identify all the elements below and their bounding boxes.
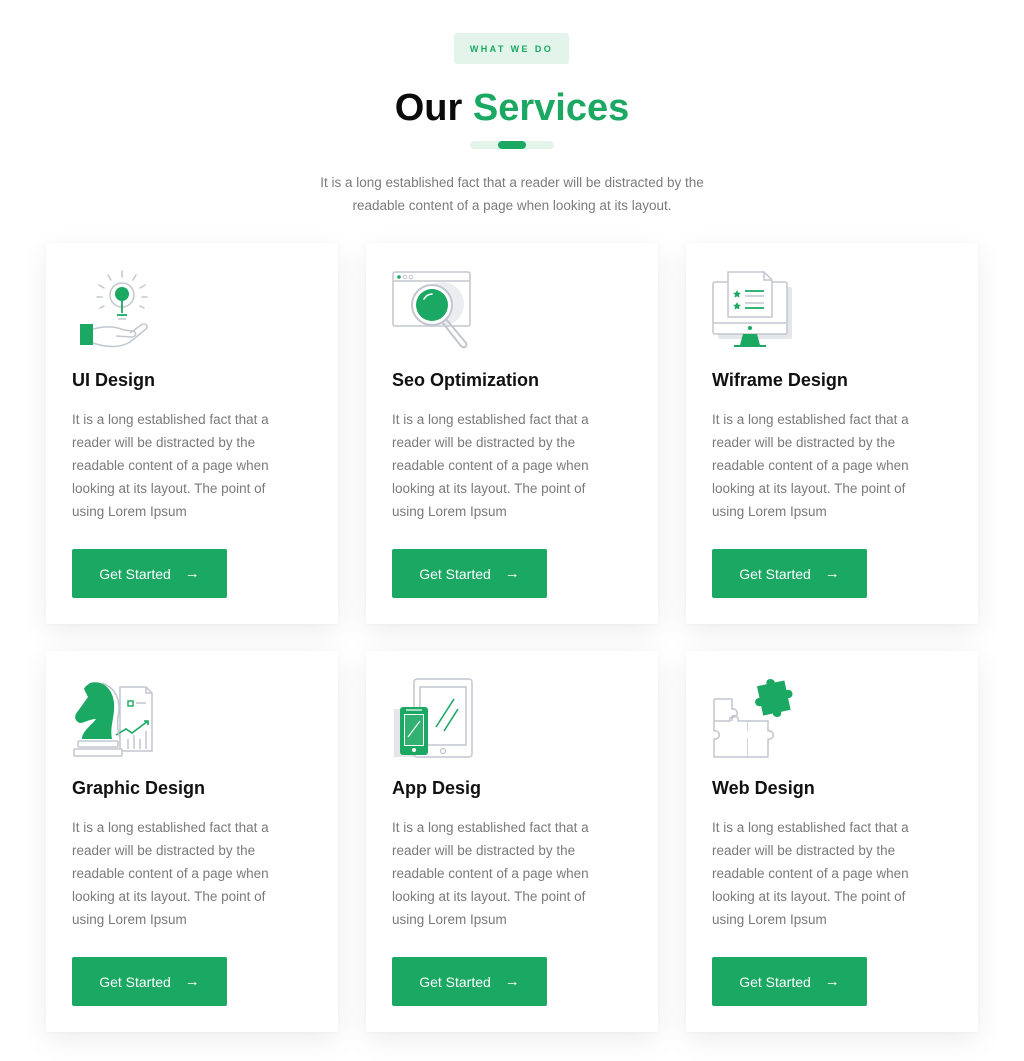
service-card-web-design: Web Design It is a long established fact… <box>686 651 978 1032</box>
service-title: UI Design <box>72 370 156 390</box>
get-started-label: Get Started <box>419 973 491 990</box>
section-title-prefix: Our <box>394 87 463 129</box>
service-title: Web Design <box>712 778 815 798</box>
section-intro: It is a long established fact that a rea… <box>320 175 704 213</box>
get-started-button[interactable]: Get Started → <box>712 549 867 598</box>
service-title: Wiframe Design <box>712 370 848 390</box>
get-started-label: Get Started <box>419 565 491 582</box>
service-title: Seo Optimization <box>392 370 540 390</box>
lightbulb-hand-icon <box>72 269 156 353</box>
service-card-app-design: App Desig It is a long established fact … <box>366 651 658 1032</box>
service-card-seo-optimization: Seo Optimization It is a long establishe… <box>366 243 658 624</box>
get-started-button[interactable]: Get Started → <box>392 957 547 1006</box>
service-description: It is a long established fact that a rea… <box>72 820 269 927</box>
get-started-label: Get Started <box>99 565 171 582</box>
puzzle-pieces-icon <box>712 677 796 761</box>
arrow-right-icon: → <box>184 973 200 990</box>
service-description: It is a long established fact that a rea… <box>712 820 909 927</box>
service-description: It is a long established fact that a rea… <box>392 820 589 927</box>
get-started-button[interactable]: Get Started → <box>72 549 227 598</box>
service-description: It is a long established fact that a rea… <box>392 412 589 519</box>
get-started-label: Get Started <box>739 565 811 582</box>
arrow-right-icon: → <box>824 973 840 990</box>
arrow-right-icon: → <box>824 565 840 582</box>
chess-knight-chart-icon <box>72 677 156 761</box>
service-description: It is a long established fact that a rea… <box>712 412 909 519</box>
wireframe-monitor-icon <box>712 269 796 353</box>
arrow-right-icon: → <box>184 565 200 582</box>
section-badge: WHAT WE DO <box>454 33 569 64</box>
get-started-label: Get Started <box>739 973 811 990</box>
get-started-button[interactable]: Get Started → <box>712 957 867 1006</box>
section-title-accent: Services <box>472 87 630 129</box>
service-title: App Desig <box>392 778 482 798</box>
service-title: Graphic Design <box>72 778 206 798</box>
service-card-wireframe-design: Wiframe Design It is a long established … <box>686 243 978 624</box>
section-title: Our Services <box>0 84 1024 132</box>
arrow-right-icon: → <box>504 973 520 990</box>
get-started-button[interactable]: Get Started → <box>392 549 547 598</box>
phone-tablet-icon <box>392 677 476 761</box>
magnifier-browser-icon <box>392 269 476 353</box>
get-started-button[interactable]: Get Started → <box>72 957 227 1006</box>
title-divider-dot <box>498 141 526 149</box>
title-divider <box>470 141 554 149</box>
arrow-right-icon: → <box>504 565 520 582</box>
service-card-ui-design: UI Design It is a long established fact … <box>46 243 338 624</box>
service-card-graphic-design: Graphic Design It is a long established … <box>46 651 338 1032</box>
service-description: It is a long established fact that a rea… <box>72 412 269 519</box>
get-started-label: Get Started <box>99 973 171 990</box>
